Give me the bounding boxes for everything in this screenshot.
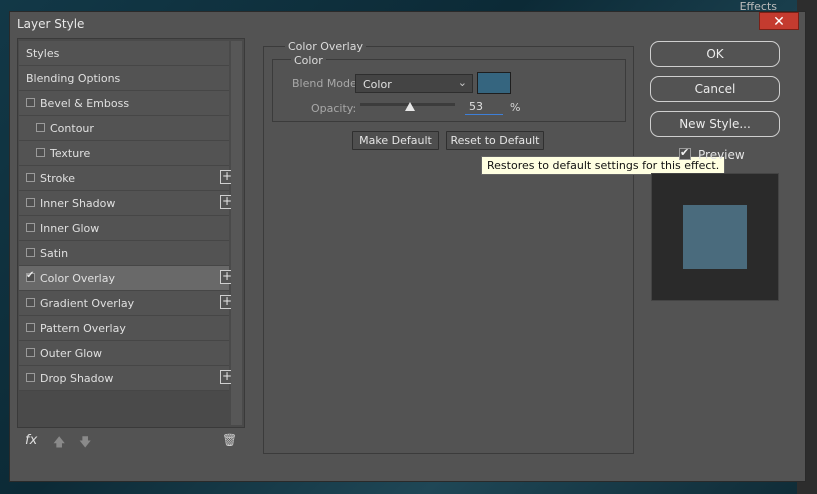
blend-mode-value: Color: [363, 78, 392, 91]
trash-icon[interactable]: 🗑: [222, 433, 237, 447]
style-row-satin[interactable]: Satin: [19, 241, 229, 266]
ok-button[interactable]: OK: [650, 41, 780, 67]
style-row-outer-glow[interactable]: Outer Glow: [19, 341, 229, 366]
color-group-title: Color: [291, 54, 326, 67]
style-row-label: Blending Options: [26, 72, 121, 85]
opacity-input[interactable]: 53: [465, 100, 503, 115]
move-down-icon[interactable]: 🡇: [79, 433, 91, 454]
style-checkbox[interactable]: [26, 373, 35, 382]
style-checkbox[interactable]: [36, 123, 45, 132]
style-row-label: Bevel & Emboss: [40, 97, 130, 110]
style-row-contour[interactable]: Contour: [19, 116, 229, 141]
style-row-drop-shadow[interactable]: Drop Shadow +: [19, 366, 234, 391]
style-checkbox[interactable]: [26, 98, 35, 107]
style-row-gradient-overlay[interactable]: Gradient Overlay +: [19, 291, 234, 316]
style-row-styles[interactable]: Styles: [19, 41, 229, 66]
dialog-title: Layer Style: [17, 17, 85, 31]
style-checkbox[interactable]: [26, 323, 35, 332]
reset-to-default-button[interactable]: Reset to Default: [446, 131, 544, 150]
style-row-stroke[interactable]: Stroke +: [19, 166, 234, 191]
style-checkbox[interactable]: [26, 248, 35, 257]
blend-mode-label: Blend Mode:: [292, 77, 361, 90]
opacity-value: 53: [469, 100, 483, 113]
style-row-label: Outer Glow: [40, 347, 103, 360]
style-row-label: Pattern Overlay: [40, 322, 126, 335]
style-row-blending-options[interactable]: Blending Options: [19, 66, 229, 91]
style-checkbox[interactable]: [26, 270, 35, 282]
style-row-label: Stroke: [40, 172, 76, 185]
new-style-button[interactable]: New Style...: [650, 111, 780, 137]
style-row-inner-glow[interactable]: Inner Glow: [19, 216, 229, 241]
blend-mode-select[interactable]: Color ⌄: [355, 74, 473, 93]
preview-swatch: [683, 205, 747, 269]
title-bar: Layer Style ✕: [10, 12, 805, 38]
move-up-icon[interactable]: 🡅: [53, 433, 65, 454]
style-checkbox[interactable]: [26, 198, 35, 207]
style-row-label: Inner Glow: [40, 222, 100, 235]
section-title: Color Overlay: [285, 40, 366, 53]
close-icon: ✕: [773, 14, 785, 30]
close-button[interactable]: ✕: [759, 12, 799, 30]
style-row-label: Gradient Overlay: [40, 297, 135, 310]
style-checkbox[interactable]: [36, 148, 45, 157]
style-checkbox[interactable]: [26, 348, 35, 357]
make-default-button[interactable]: Make Default: [352, 131, 439, 150]
style-checkbox[interactable]: [26, 173, 35, 182]
style-row-label: Color Overlay: [40, 272, 115, 285]
style-row-label: Contour: [50, 122, 94, 135]
style-row-label: Drop Shadow: [40, 372, 114, 385]
preview-label: Preview: [698, 148, 745, 162]
style-row-label: Satin: [40, 247, 69, 260]
styles-list-panel: Styles Blending Options Bevel & Emboss Cont…: [17, 38, 245, 428]
cancel-button[interactable]: Cancel: [650, 76, 780, 102]
opacity-label: Opacity:: [311, 102, 357, 115]
style-checkbox[interactable]: [26, 223, 35, 232]
style-row-inner-shadow[interactable]: Inner Shadow +: [19, 191, 234, 216]
styles-list: Styles Blending Options Bevel & Emboss Cont…: [19, 41, 234, 391]
preview-checkbox[interactable]: [679, 146, 691, 160]
style-row-label: Texture: [50, 147, 91, 160]
preview-thumbnail: [651, 173, 779, 301]
overlay-color-swatch[interactable]: [477, 72, 511, 94]
style-row-label: Inner Shadow: [40, 197, 116, 210]
chevron-down-icon: ⌄: [457, 76, 467, 89]
style-row-label: Styles: [26, 47, 60, 60]
styles-list-footer: fx 🡅 🡇 🗑: [17, 428, 245, 456]
styles-list-scrollbar[interactable]: [231, 41, 242, 425]
style-row-bevel-emboss[interactable]: Bevel & Emboss: [19, 91, 229, 116]
style-row-pattern-overlay[interactable]: Pattern Overlay: [19, 316, 229, 341]
opacity-unit: %: [510, 101, 521, 114]
style-row-color-overlay[interactable]: Color Overlay+: [19, 266, 234, 291]
fx-add-effect-icon[interactable]: fx: [25, 433, 37, 448]
style-row-texture[interactable]: Texture: [19, 141, 229, 166]
style-checkbox[interactable]: [26, 298, 35, 307]
opacity-slider-handle[interactable]: [405, 102, 416, 111]
